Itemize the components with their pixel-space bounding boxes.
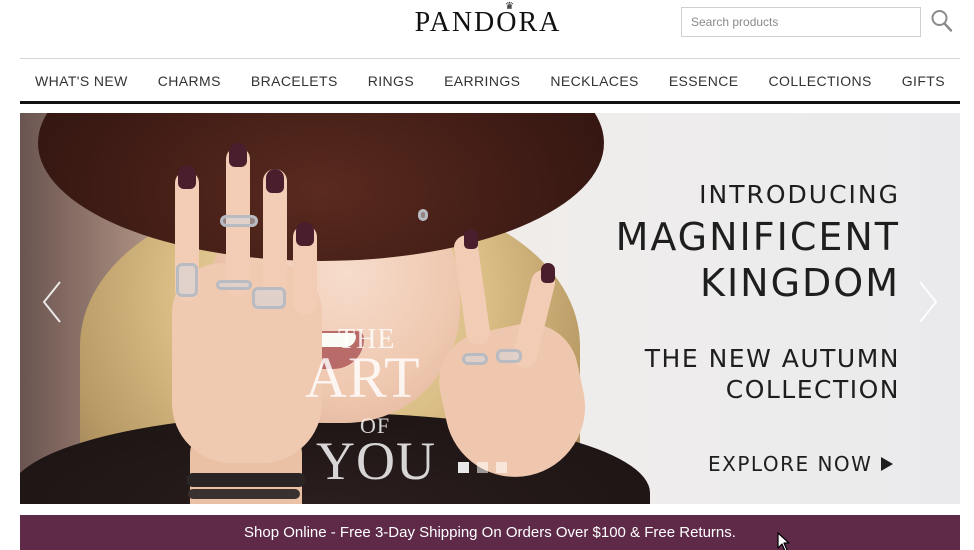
ring-jewelry — [216, 280, 252, 290]
mouse-cursor-icon — [777, 532, 791, 550]
hero-subtitle-line1: THE NEW AUTUMN — [644, 344, 900, 373]
search-input[interactable] — [681, 7, 921, 37]
carousel-indicators — [458, 462, 515, 473]
nav-top-divider — [20, 58, 960, 59]
hero-subtitle-line2: COLLECTION — [725, 375, 900, 404]
nav-item-rings[interactable]: RINGS — [353, 71, 429, 91]
earring-jewelry — [418, 209, 428, 221]
play-arrow-icon — [881, 457, 894, 471]
search-icon[interactable] — [930, 8, 954, 34]
hero-banner[interactable]: THE ART OF YOU INTRODUCING MAGNIFICENT K… — [20, 113, 960, 504]
shipping-promo-bar[interactable]: Shop Online - Free 3-Day Shipping On Ord… — [20, 515, 960, 550]
main-nav: WHAT'S NEW CHARMS BRACELETS RINGS EARRIN… — [20, 60, 960, 101]
nav-item-earrings[interactable]: EARRINGS — [429, 71, 535, 91]
model-hat — [38, 113, 604, 261]
carousel-prev-arrow-icon[interactable] — [38, 279, 68, 325]
nav-bottom-rule — [20, 101, 960, 104]
ring-jewelry — [496, 349, 522, 363]
overlay-text-art: ART — [305, 345, 421, 410]
nav-item-collections[interactable]: COLLECTIONS — [754, 71, 887, 91]
nav-item-charms[interactable]: CHARMS — [143, 71, 236, 91]
carousel-dot[interactable] — [458, 462, 469, 473]
model-nail — [541, 263, 555, 283]
bracelet-jewelry — [188, 489, 300, 499]
ring-jewelry — [462, 353, 488, 365]
bracelet-jewelry — [186, 473, 306, 487]
logo-text: PANDORA — [414, 7, 562, 38]
pandora-logo[interactable]: ♛ PANDORA — [406, 2, 570, 40]
model-nail — [229, 143, 247, 167]
crown-icon: ♛ — [505, 1, 514, 12]
explore-now-label: EXPLORE NOW — [708, 452, 873, 476]
model-nail — [296, 222, 314, 246]
carousel-next-arrow-icon[interactable] — [912, 279, 942, 325]
hero-title-line2: KINGDOM — [700, 261, 900, 305]
overlay-text-you: YOU — [316, 431, 436, 491]
carousel-dot[interactable] — [496, 462, 507, 473]
ring-jewelry — [176, 263, 198, 297]
hero-title-line1: MAGNIFICENT — [615, 215, 900, 259]
nav-item-whats-new[interactable]: WHAT'S NEW — [20, 71, 143, 91]
hero-intro: INTRODUCING — [699, 180, 900, 209]
explore-now-link[interactable]: EXPLORE NOW — [708, 452, 894, 476]
nav-item-necklaces[interactable]: NECKLACES — [535, 71, 653, 91]
model-nail — [266, 169, 284, 193]
carousel-dot[interactable] — [477, 462, 488, 473]
nav-item-gifts[interactable]: GIFTS — [887, 71, 960, 91]
ring-jewelry — [220, 215, 258, 227]
model-nail — [178, 165, 196, 189]
ring-jewelry — [252, 287, 286, 309]
nav-item-bracelets[interactable]: BRACELETS — [236, 71, 353, 91]
nav-item-essence[interactable]: ESSENCE — [654, 71, 754, 91]
model-nail — [464, 229, 478, 249]
